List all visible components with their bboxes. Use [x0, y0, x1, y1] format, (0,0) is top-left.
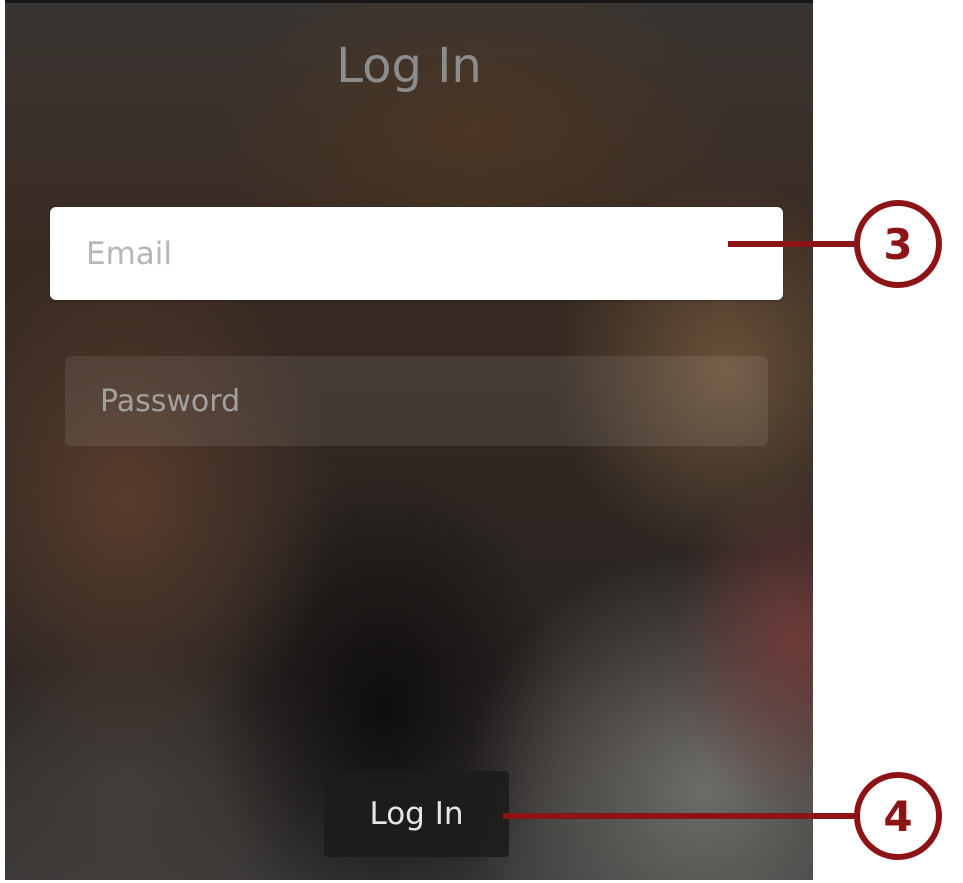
callout-3-badge: 3 — [854, 200, 942, 288]
callout-3-line — [728, 241, 856, 247]
login-button[interactable]: Log In — [324, 771, 509, 857]
callout-4-line — [503, 813, 857, 819]
stage: Log In Log In 3 4 — [0, 0, 963, 883]
screen-top-border — [5, 0, 813, 3]
email-field[interactable] — [50, 207, 783, 300]
email-input[interactable] — [84, 234, 783, 273]
password-input[interactable] — [98, 382, 768, 420]
page-title: Log In — [336, 38, 482, 94]
callout-4-badge: 4 — [854, 772, 942, 860]
login-screen: Log In Log In — [5, 0, 813, 880]
password-field[interactable] — [65, 356, 768, 446]
